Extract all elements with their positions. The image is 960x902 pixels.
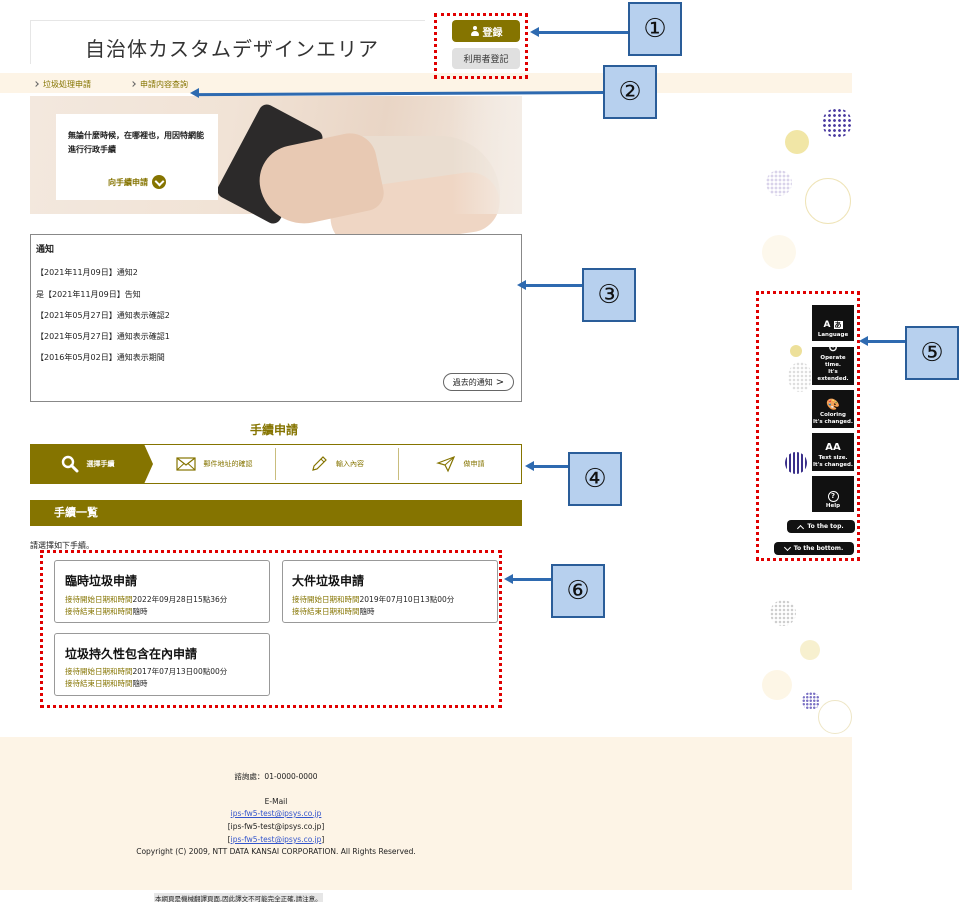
annotation-arrow-head: [190, 88, 199, 98]
notice-item[interactable]: 【2021年11月09日】通知2: [36, 267, 138, 278]
decor-circle: [766, 170, 792, 196]
annotation-box-1: [434, 13, 528, 79]
footer-copyright: Copyright (C) 2009, NTT DATA KANSAI CORP…: [136, 847, 416, 856]
step-input-content: 輸入內容: [276, 444, 398, 484]
nav-item-label: 申請内容查詢: [140, 80, 188, 89]
decor-circle: [802, 692, 820, 710]
hero-text-line: 無論什麼時候，在哪裡也，用因特網能: [68, 131, 204, 140]
step-email-confirm: 郵件地址的確認: [153, 444, 275, 484]
step-label: 郵件地址的確認: [203, 460, 253, 468]
decor-circle: [785, 130, 809, 154]
decor-circle: [762, 670, 792, 700]
past-notices-label: 過去的通知: [452, 377, 493, 387]
callout-2: ②: [603, 65, 657, 119]
callout-1: ①: [628, 2, 682, 56]
annotation-arrow: [525, 284, 582, 287]
email-link[interactable]: ips-fw5-test@ipsys.co.jp: [231, 835, 322, 844]
decor-circle: [762, 235, 796, 269]
decor-circle: [822, 108, 852, 138]
decor-circle: [800, 640, 820, 660]
chevron-right-icon: [130, 81, 136, 87]
past-notices-button[interactable]: 過去的通知 >: [443, 373, 514, 391]
cta-label: 向手續申請: [108, 177, 148, 187]
brand-title: 自治体カスタムデザインエリア: [85, 37, 379, 61]
notice-item[interactable]: 【2021年05月27日】通知表示確認2: [36, 310, 170, 321]
mail-icon: [175, 457, 196, 471]
chevron-right-icon: [33, 81, 39, 87]
search-icon: [61, 455, 78, 473]
annotation-arrow-head: [859, 336, 868, 346]
footer-contact: 諮詢處：01-0000-0000: [234, 772, 318, 781]
bracket: ]: [321, 835, 325, 844]
footer-email-label: E-Mail: [264, 797, 288, 806]
send-icon: [435, 455, 455, 473]
annotation-arrow: [538, 31, 630, 34]
chevron-down-circle-icon: [152, 175, 166, 189]
footer-email-link: ips-fw5-test@ipsys.co.jp: [0, 809, 552, 818]
step-label: 輸入內容: [336, 460, 364, 468]
procedure-list-header: 手續一覧: [30, 500, 522, 526]
callout-4: ④: [568, 452, 622, 506]
annotation-arrow-head: [530, 27, 539, 37]
notice-item[interactable]: 【2021年05月27日】通知表示確認1: [36, 331, 170, 342]
step-submit: 做申請: [399, 444, 521, 484]
annotation-box-6: [40, 550, 502, 708]
hero-text-line: 進行行政手續: [68, 145, 116, 154]
footer-email-link-bracketed: [ips-fw5-test@ipsys.co.jp]: [0, 835, 552, 844]
machine-translation-note: 本網頁是機械翻譯頁面,因此譯文不可能完全正確,請注意。: [154, 893, 323, 902]
decor-circle: [818, 700, 852, 734]
notice-title: 通知: [36, 245, 55, 255]
annotation-box-5: [756, 291, 860, 561]
annotation-arrow-head: [504, 574, 513, 584]
step-select-procedure: 選擇手續: [30, 444, 145, 484]
step-label: 選擇手續: [86, 460, 115, 468]
annotation-arrow: [533, 465, 569, 468]
apply-procedure-link[interactable]: 向手續申請: [108, 175, 166, 189]
nav-item-application-inquiry[interactable]: 申請内容查詢: [130, 79, 188, 90]
nav-item-garbage-application[interactable]: 垃圾処理申請: [33, 79, 91, 90]
callout-6: ⑥: [551, 564, 605, 618]
annotation-arrow: [512, 578, 552, 581]
callout-5: ⑤: [905, 326, 959, 380]
procedure-title: 手續申請: [250, 423, 299, 437]
nav-item-label: 垃圾処理申請: [43, 80, 91, 89]
annotation-arrow-head: [525, 461, 534, 471]
email-link[interactable]: ips-fw5-test@ipsys.co.jp: [231, 809, 322, 818]
annotation-arrow: [867, 340, 905, 343]
pencil-icon: [312, 456, 327, 471]
notice-item[interactable]: 是【2021年11月09日】告知: [36, 289, 141, 300]
hero-text: 無論什麼時候，在哪裡也，用因特網能 進行行政手續: [68, 129, 218, 157]
decor-circle: [770, 600, 796, 626]
notice-item[interactable]: 【2016年05月02日】通知表示期間: [36, 352, 165, 363]
nav-bar: [0, 73, 852, 93]
decor-circle: [805, 178, 851, 224]
chevron-right-icon: >: [495, 376, 505, 388]
step-label: 做申請: [463, 460, 485, 468]
annotation-arrow-head: [517, 280, 526, 290]
callout-3: ③: [582, 268, 636, 322]
footer-email-text: [ips-fw5-test@ipsys.co.jp]: [227, 822, 325, 831]
